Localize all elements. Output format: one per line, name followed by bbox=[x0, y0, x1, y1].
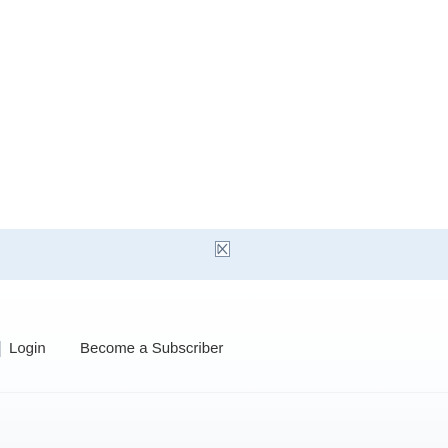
left-edge-divider bbox=[0, 341, 1, 357]
blank-header-area bbox=[0, 0, 448, 229]
become-subscriber-link[interactable]: Become a Subscriber bbox=[80, 338, 223, 360]
broken-image-icon bbox=[215, 241, 230, 257]
footer-divider bbox=[0, 392, 448, 393]
page: Login Become a Subscriber bbox=[0, 0, 448, 448]
content-area bbox=[0, 280, 448, 448]
login-link[interactable]: Login bbox=[9, 338, 46, 360]
